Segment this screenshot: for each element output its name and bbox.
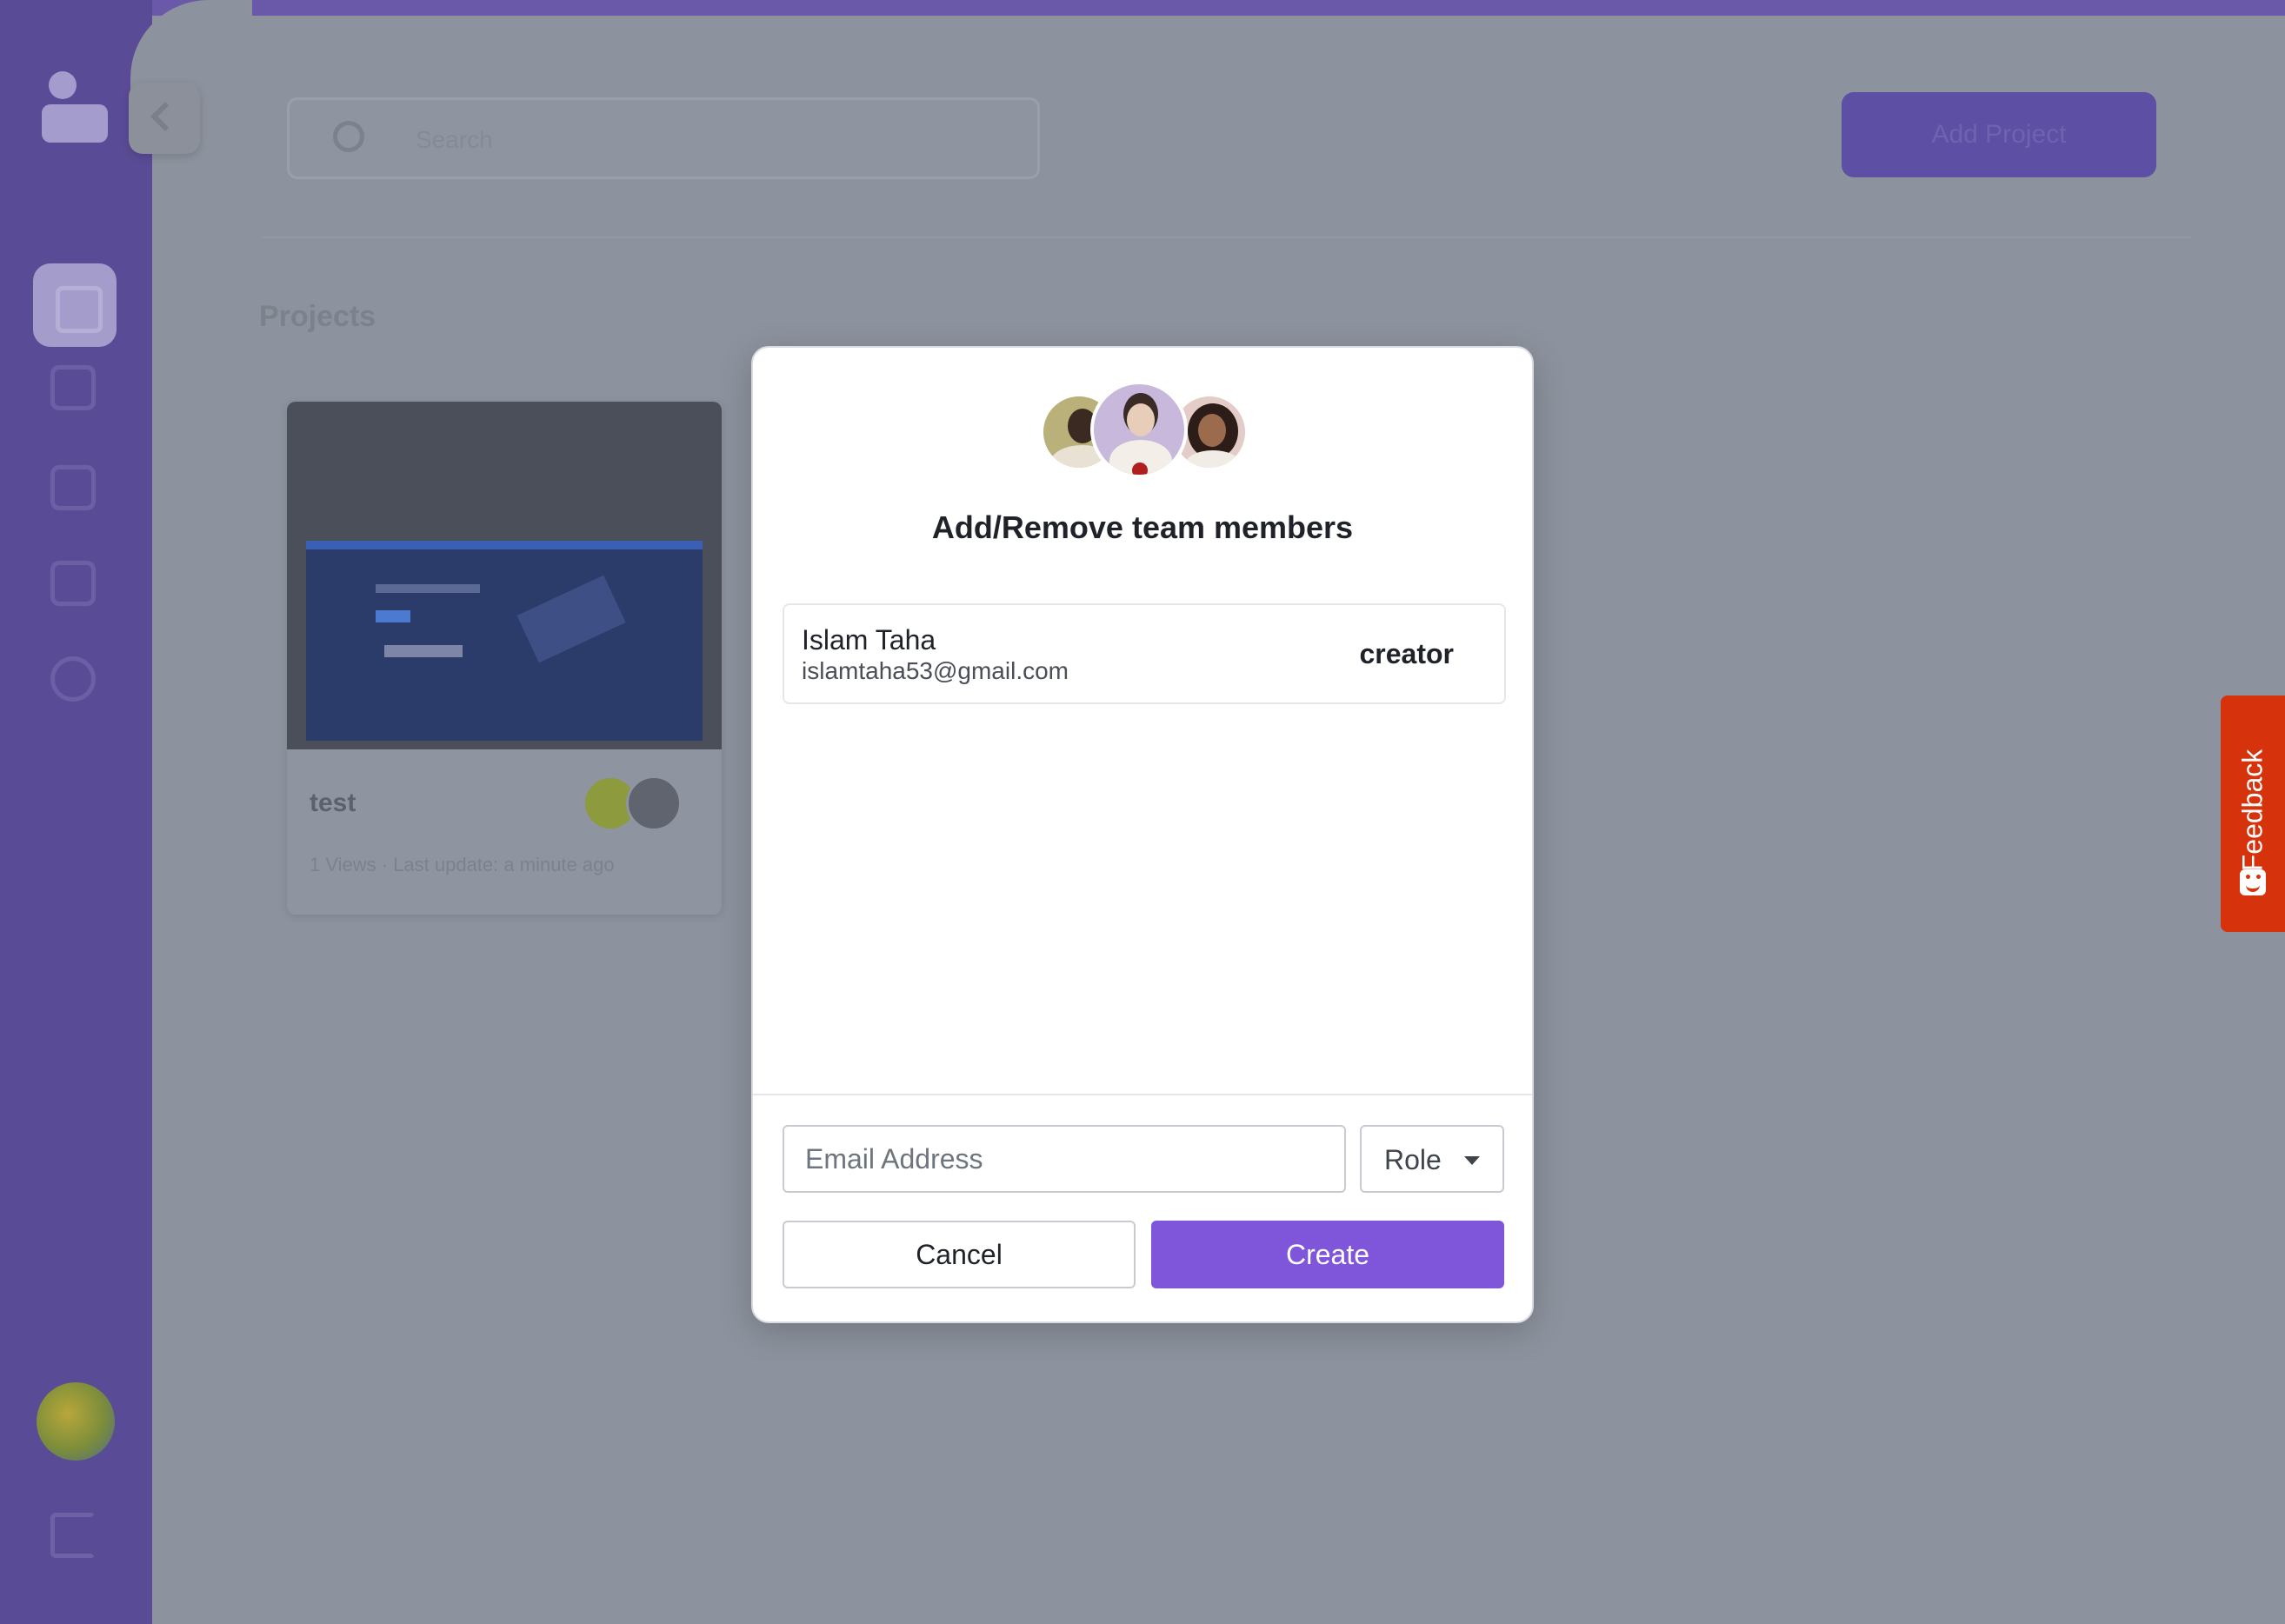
project-card[interactable]: test 1 Views · Last update: a minute ago (287, 402, 722, 915)
modal-title: Add/Remove team members (931, 509, 1354, 545)
logout-icon[interactable] (50, 1513, 96, 1558)
smile-icon (2240, 869, 2266, 895)
email-input[interactable] (783, 1125, 1346, 1193)
sidebar-item-board[interactable] (50, 561, 96, 606)
role-select[interactable]: Role (1360, 1125, 1504, 1193)
user-avatar[interactable] (37, 1382, 115, 1461)
project-name: test (310, 789, 356, 817)
team-avatars (1040, 381, 1249, 478)
chevron-down-icon (1464, 1156, 1480, 1165)
modal-divider (753, 1094, 1532, 1095)
sidebar-item-dashboard[interactable] (33, 263, 117, 347)
app-logo[interactable] (42, 71, 113, 148)
member-avatar (1090, 381, 1188, 478)
header-divider (261, 236, 2191, 238)
sidebar-item-user[interactable] (50, 365, 96, 410)
team-members-modal: Add/Remove team members Islam Taha islam… (751, 346, 1534, 1323)
cancel-button[interactable]: Cancel (783, 1221, 1136, 1288)
sidebar-item-calendar[interactable] (50, 465, 96, 510)
search-icon (333, 121, 364, 152)
member-name: Islam Taha (802, 624, 936, 656)
role-select-label: Role (1384, 1144, 1442, 1175)
feedback-tab[interactable]: Feedback (2221, 696, 2285, 932)
create-button[interactable]: Create (1151, 1221, 1504, 1288)
member-role: creator (1359, 638, 1455, 669)
project-member-avatar (626, 775, 682, 831)
member-row[interactable]: Islam Taha islamtaha53@gmail.com creator (783, 603, 1506, 704)
sidebar-item-settings[interactable] (50, 656, 96, 702)
section-title: Projects (259, 300, 376, 333)
feedback-label: Feedback (2236, 749, 2268, 872)
member-email: islamtaha53@gmail.com (802, 657, 1069, 684)
project-thumbnail (287, 402, 722, 749)
collapse-sidebar-button[interactable] (129, 83, 200, 154)
search-bar[interactable]: Search (287, 97, 1040, 179)
sidebar (0, 0, 152, 1624)
add-project-button[interactable]: Add Project (1842, 92, 2156, 177)
top-strip (0, 0, 2285, 16)
project-meta: 1 Views · Last update: a minute ago (310, 854, 615, 875)
search-placeholder: Search (416, 126, 493, 153)
